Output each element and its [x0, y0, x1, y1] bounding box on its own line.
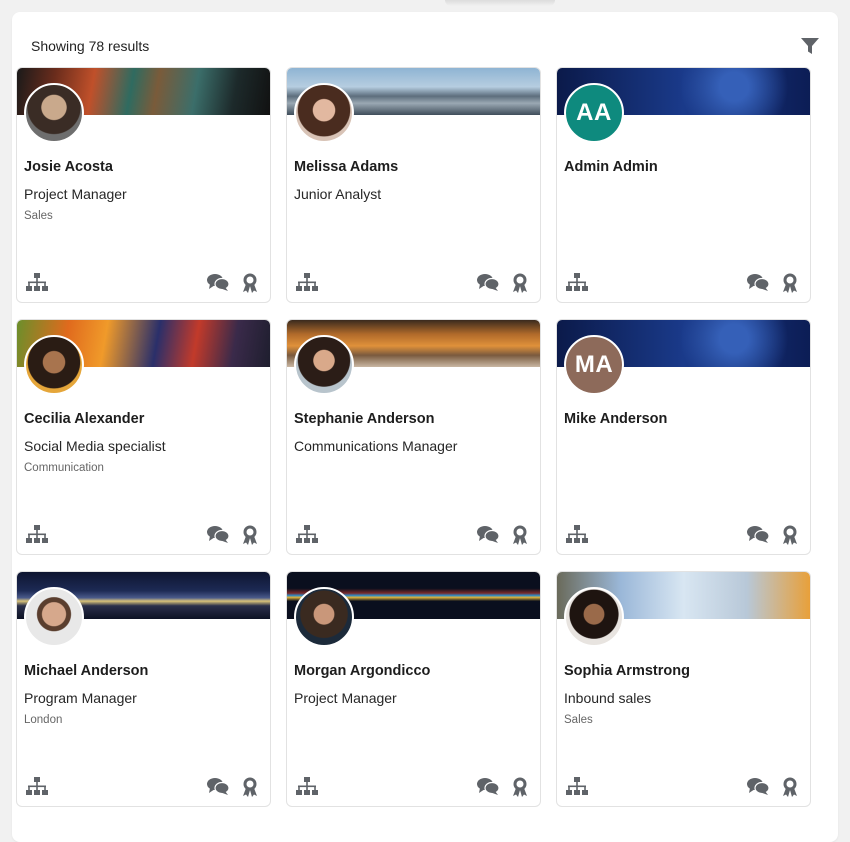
avatar[interactable]	[24, 83, 84, 143]
org-chart-icon[interactable]	[296, 273, 318, 293]
badge-icon[interactable]	[512, 525, 528, 545]
org-chart-icon[interactable]	[566, 777, 588, 797]
badge-icon[interactable]	[242, 777, 258, 797]
chat-icon[interactable]	[207, 273, 229, 292]
chat-icon[interactable]	[747, 525, 769, 544]
person-title: Program Manager	[24, 690, 137, 706]
person-card[interactable]: Melissa Adams Junior Analyst	[286, 67, 541, 303]
results-count: Showing 78 results	[31, 38, 150, 54]
person-name[interactable]: Admin Admin	[564, 159, 658, 175]
person-department: Sales	[564, 714, 593, 726]
org-chart-icon[interactable]	[26, 525, 48, 545]
badge-icon[interactable]	[242, 525, 258, 545]
badge-icon[interactable]	[242, 273, 258, 293]
avatar[interactable]	[294, 83, 354, 143]
badge-icon[interactable]	[512, 777, 528, 797]
people-grid: Josie Acosta Project Manager Sales Melis…	[16, 67, 811, 807]
badge-icon[interactable]	[782, 777, 798, 797]
person-name[interactable]: Stephanie Anderson	[294, 411, 434, 427]
avatar[interactable]	[564, 587, 624, 647]
chat-icon[interactable]	[477, 273, 499, 292]
avatar-initials: AA	[576, 99, 612, 126]
org-chart-icon[interactable]	[566, 273, 588, 293]
person-card[interactable]: Cecilia Alexander Social Media specialis…	[16, 319, 271, 555]
person-department: Sales	[24, 210, 53, 222]
person-title: Communications Manager	[294, 438, 458, 454]
person-department: Communication	[24, 462, 104, 474]
person-title: Junior Analyst	[294, 186, 382, 202]
person-card[interactable]: Morgan Argondicco Project Manager	[286, 571, 541, 807]
chat-icon[interactable]	[477, 525, 499, 544]
chat-icon[interactable]	[747, 777, 769, 796]
person-card[interactable]: Josie Acosta Project Manager Sales	[16, 67, 271, 303]
person-title: Social Media specialist	[24, 438, 166, 454]
badge-icon[interactable]	[782, 525, 798, 545]
person-name[interactable]: Cecilia Alexander	[24, 411, 144, 427]
person-name[interactable]: Morgan Argondicco	[294, 663, 430, 679]
top-scroll-shadow	[445, 0, 555, 6]
avatar[interactable]	[24, 335, 84, 395]
avatar[interactable]	[294, 587, 354, 647]
badge-icon[interactable]	[782, 273, 798, 293]
org-chart-icon[interactable]	[296, 525, 318, 545]
avatar[interactable]: MA	[564, 335, 624, 395]
avatar[interactable]	[294, 335, 354, 395]
chat-icon[interactable]	[747, 273, 769, 292]
org-chart-icon[interactable]	[566, 525, 588, 545]
avatar[interactable]	[24, 587, 84, 647]
person-name[interactable]: Michael Anderson	[24, 663, 148, 679]
chat-icon[interactable]	[477, 777, 499, 796]
org-chart-icon[interactable]	[26, 273, 48, 293]
org-chart-icon[interactable]	[26, 777, 48, 797]
avatar-initials: MA	[574, 351, 614, 378]
person-card[interactable]: Stephanie Anderson Communications Manage…	[286, 319, 541, 555]
org-chart-icon[interactable]	[296, 777, 318, 797]
person-card[interactable]: Sophia Armstrong Inbound sales Sales	[556, 571, 811, 807]
badge-icon[interactable]	[512, 273, 528, 293]
person-card[interactable]: MA Mike Anderson	[556, 319, 811, 555]
chat-icon[interactable]	[207, 777, 229, 796]
person-name[interactable]: Josie Acosta	[24, 159, 113, 175]
person-department: London	[24, 714, 63, 726]
person-name[interactable]: Sophia Armstrong	[564, 663, 690, 679]
avatar[interactable]: AA	[564, 83, 624, 143]
person-card[interactable]: Michael Anderson Program Manager London	[16, 571, 271, 807]
person-card[interactable]: AA Admin Admin	[556, 67, 811, 303]
person-title: Inbound sales	[564, 690, 652, 706]
chat-icon[interactable]	[207, 525, 229, 544]
person-name[interactable]: Mike Anderson	[564, 411, 667, 427]
person-title: Project Manager	[294, 690, 397, 706]
person-title: Project Manager	[24, 186, 127, 202]
filter-icon[interactable]	[800, 36, 820, 56]
person-name[interactable]: Melissa Adams	[294, 159, 398, 175]
